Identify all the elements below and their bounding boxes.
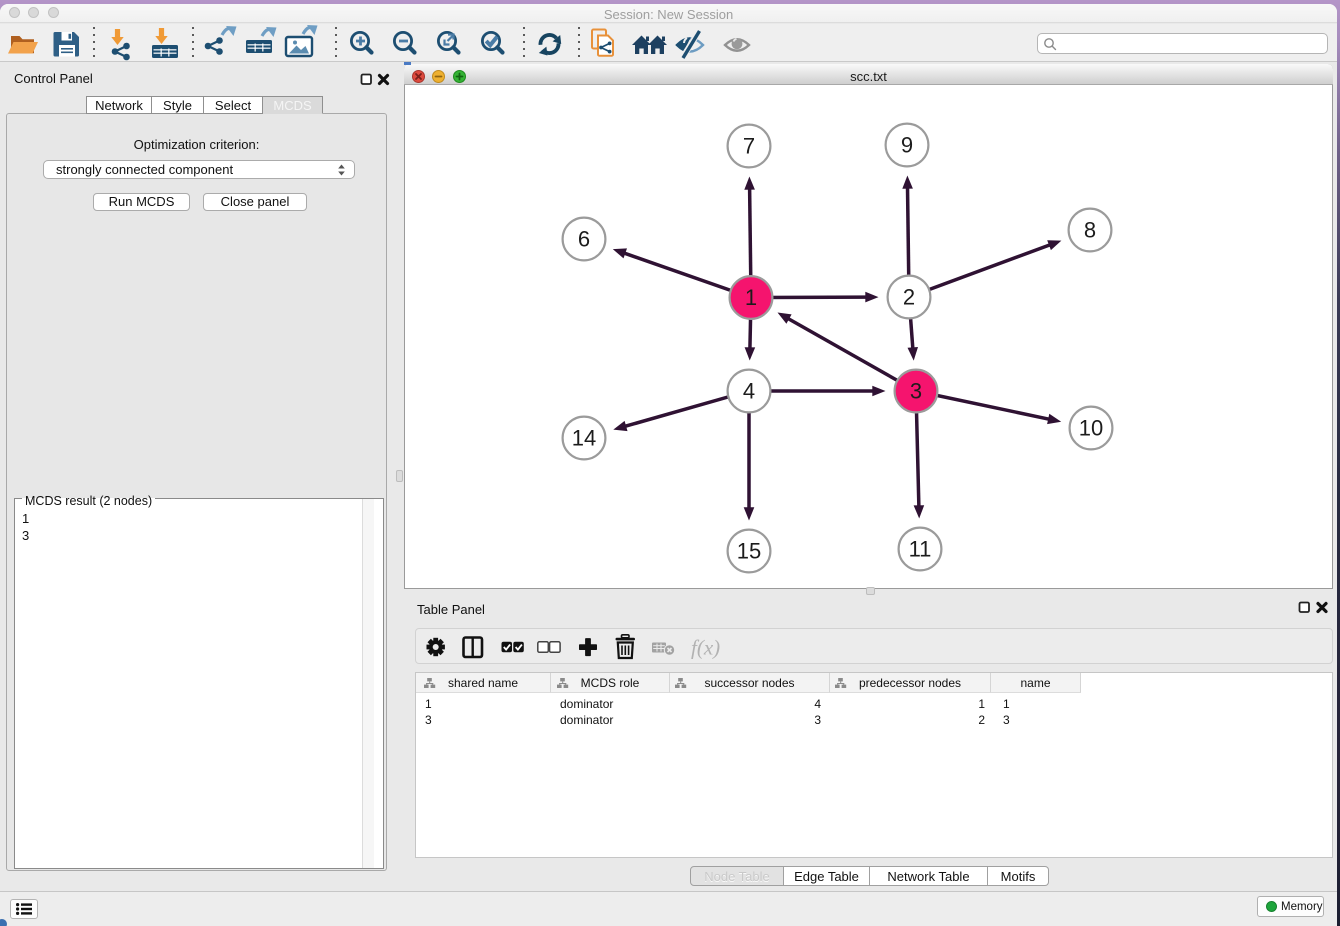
svg-text:3: 3 [910,379,922,404]
svg-text:4: 4 [743,379,755,404]
svg-text:f(x): f(x) [691,636,720,660]
svg-text:15: 15 [737,539,761,564]
svg-text:10: 10 [1079,416,1103,441]
svg-text:11: 11 [909,537,932,562]
svg-text:2: 2 [903,285,915,310]
svg-text:6: 6 [578,227,590,252]
svg-text:14: 14 [572,426,596,451]
svg-text:8: 8 [1084,218,1096,243]
svg-text:9: 9 [901,133,913,158]
svg-text:7: 7 [743,134,755,159]
svg-text:1: 1 [745,285,757,310]
